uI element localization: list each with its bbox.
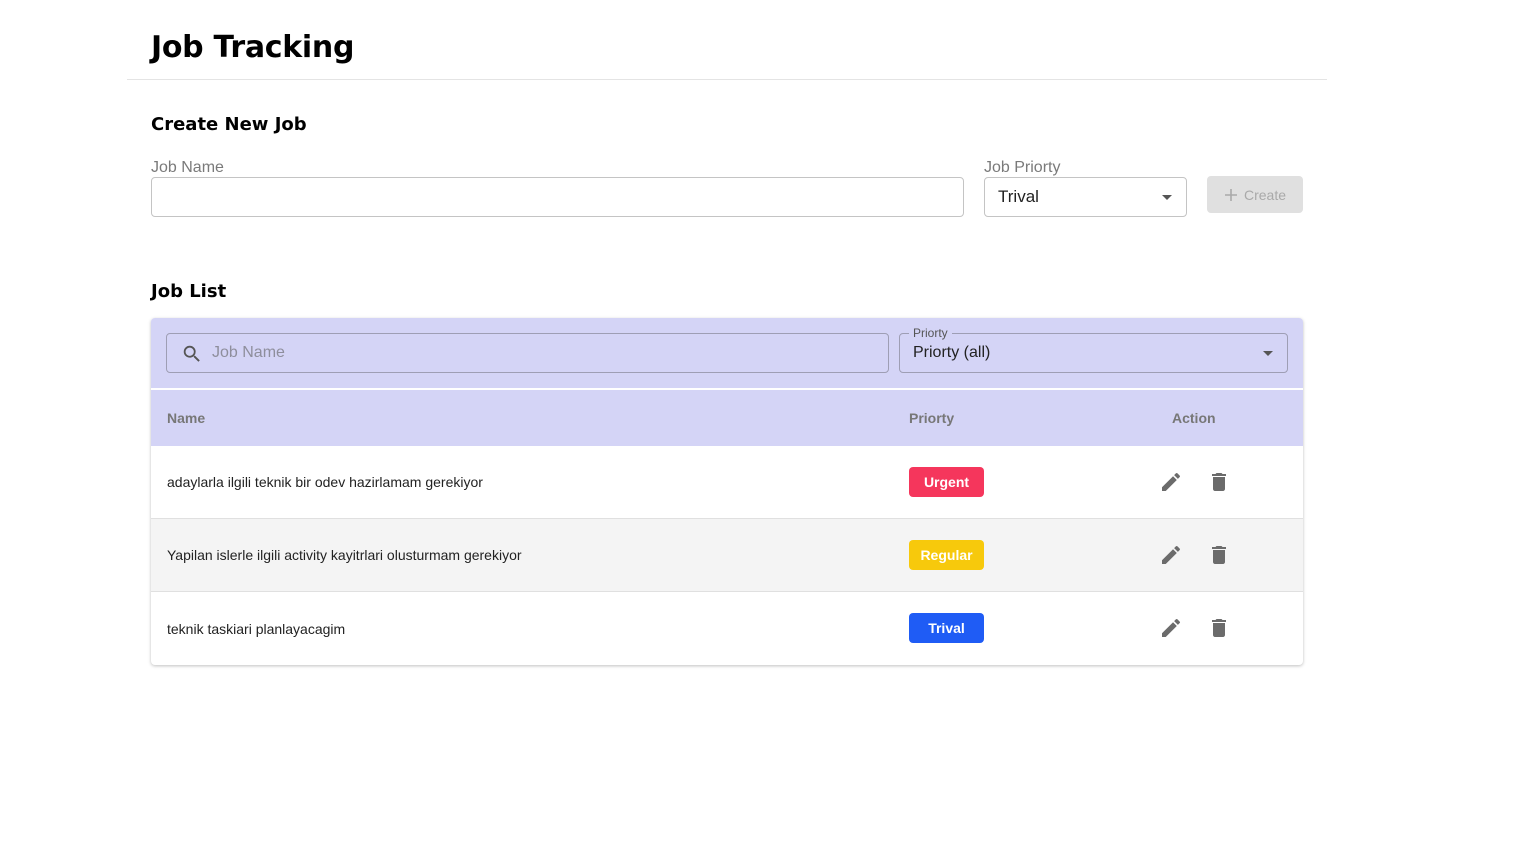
job-priority-label: Job Priorty bbox=[984, 159, 1061, 176]
pencil-icon bbox=[1162, 618, 1181, 637]
trash-icon bbox=[1212, 473, 1226, 491]
search-icon bbox=[183, 345, 200, 362]
job-name-cell: Yapilan islerle ilgili activity kayitrla… bbox=[167, 547, 522, 563]
plus-icon bbox=[1224, 188, 1237, 201]
delete-button[interactable] bbox=[1207, 543, 1231, 567]
trash-icon bbox=[1212, 546, 1226, 564]
priority-badge: Trival bbox=[909, 613, 984, 643]
trash-icon bbox=[1212, 619, 1226, 637]
edit-button[interactable] bbox=[1159, 543, 1183, 567]
pencil-icon bbox=[1162, 545, 1181, 564]
table-header: Name Priorty Action bbox=[151, 390, 1303, 446]
job-list-title: Job List bbox=[151, 281, 227, 302]
create-button-label: Create bbox=[1243, 186, 1287, 203]
table-row: teknik taskiari planlayacagim Trival bbox=[151, 592, 1303, 665]
create-section-title: Create New Job bbox=[151, 114, 307, 135]
priority-badge: Urgent bbox=[909, 467, 984, 497]
create-button[interactable]: Create bbox=[1207, 176, 1303, 213]
header-divider bbox=[127, 79, 1327, 80]
job-priority-value: Trival bbox=[998, 187, 1039, 206]
job-priority-select[interactable]: Trival bbox=[984, 177, 1187, 217]
chevron-down-icon bbox=[1263, 351, 1273, 356]
table-row: adaylarla ilgili teknik bir odev hazirla… bbox=[151, 446, 1303, 519]
filter-bar: Job Name Priorty Priorty (all) bbox=[151, 318, 1303, 388]
priority-filter-select[interactable]: Priorty Priorty (all) bbox=[899, 326, 1288, 373]
search-input[interactable]: Job Name bbox=[166, 333, 889, 373]
chevron-down-icon bbox=[1162, 195, 1172, 200]
job-tracking-page: Job Tracking Create New Job Job Name Job… bbox=[0, 0, 1536, 855]
column-header-name: Name bbox=[167, 410, 206, 426]
priority-badge: Regular bbox=[909, 540, 984, 570]
edit-button[interactable] bbox=[1159, 616, 1183, 640]
page-title: Job Tracking bbox=[151, 30, 355, 65]
job-name-label: Job Name bbox=[151, 159, 224, 176]
delete-button[interactable] bbox=[1207, 616, 1231, 640]
delete-button[interactable] bbox=[1207, 470, 1231, 494]
search-placeholder: Job Name bbox=[212, 344, 285, 361]
pencil-icon bbox=[1162, 472, 1181, 491]
priority-filter-value: Priorty (all) bbox=[913, 344, 991, 361]
priority-filter-label: Priorty bbox=[909, 326, 952, 340]
column-header-priority: Priorty bbox=[909, 410, 955, 426]
column-header-action: Action bbox=[1172, 410, 1216, 426]
table-row: Yapilan islerle ilgili activity kayitrla… bbox=[151, 519, 1303, 592]
job-name-cell: adaylarla ilgili teknik bir odev hazirla… bbox=[167, 474, 483, 490]
edit-button[interactable] bbox=[1159, 470, 1183, 494]
job-name-cell: teknik taskiari planlayacagim bbox=[167, 620, 346, 637]
job-name-input[interactable] bbox=[151, 177, 964, 217]
job-list-card: Job Name Priorty Priorty (all) Name Prio… bbox=[151, 318, 1303, 665]
